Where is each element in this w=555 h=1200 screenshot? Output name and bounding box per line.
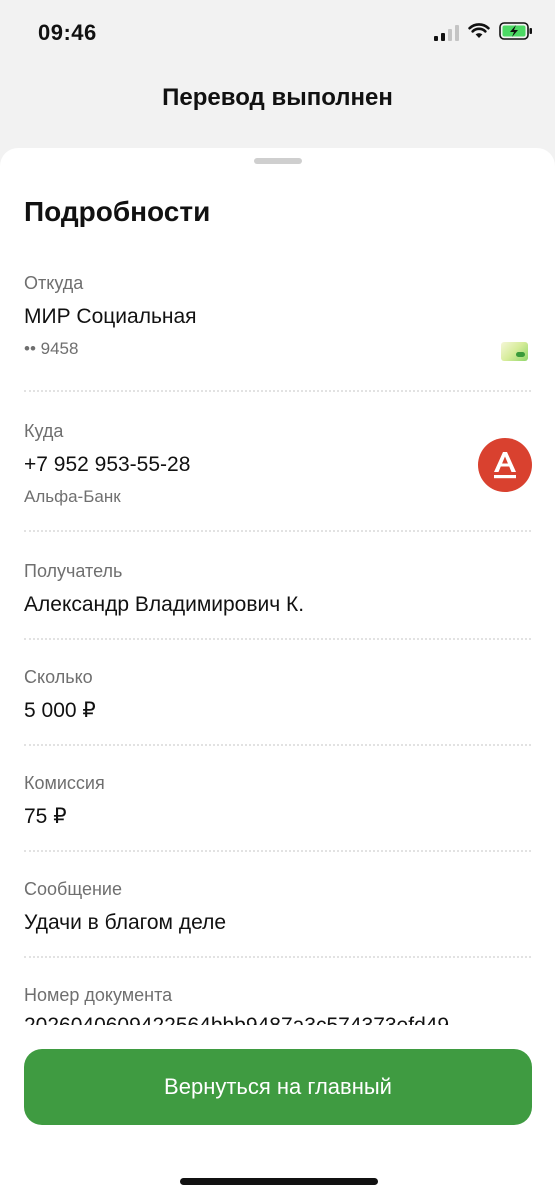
section-title: Подробности [24, 196, 211, 227]
message-label: Сообщение [24, 879, 122, 899]
divider [24, 638, 531, 640]
details-sheet: Подробности Откуда МИР Социальная •• 945… [0, 148, 555, 1200]
commission-value: 75 ₽ [24, 805, 67, 828]
page-title: Перевод выполнен [162, 84, 393, 111]
card-icon [501, 342, 528, 361]
message-row: Сообщение Удачи в благом деле [24, 878, 531, 936]
to-label: Куда [24, 421, 64, 441]
message-value: Удачи в благом деле [24, 911, 227, 934]
commission-row: Комиссия 75 ₽ [24, 772, 531, 830]
document-label: Номер документа [24, 985, 173, 1005]
divider [24, 530, 531, 532]
battery-charging-icon [499, 21, 533, 45]
to-bank: Альфа-Банк [24, 487, 121, 506]
amount-label: Сколько [24, 667, 93, 687]
from-card-number: •• 9458 [24, 339, 79, 358]
recipient-value: Александр Владимирович К. [24, 593, 305, 616]
from-value: МИР Социальная [24, 305, 197, 328]
divider [24, 956, 531, 958]
commission-label: Комиссия [24, 773, 105, 793]
recipient-label: Получатель [24, 561, 123, 581]
document-row: Номер документа [24, 984, 531, 1006]
to-row: Куда +7 952 953-55-28 Альфа-Банк [24, 420, 531, 508]
sheet-grabber[interactable] [254, 158, 302, 164]
from-row: Откуда МИР Социальная •• 9458 [24, 272, 531, 360]
wifi-icon [468, 22, 490, 44]
return-home-button[interactable]: Вернуться на главный [24, 1049, 532, 1125]
status-time: 09:46 [38, 20, 97, 45]
document-number-text: 2026040609422564bbb9487a3c574373efd49 [24, 1013, 504, 1025]
divider [24, 390, 531, 392]
status-icons [434, 21, 533, 45]
amount-row: Сколько 5 000 ₽ [24, 666, 531, 724]
signal-icon [434, 25, 459, 41]
document-number: 2026040609422564bbb9487a3c574373efd49 [24, 1013, 504, 1025]
amount-value: 5 000 ₽ [24, 699, 96, 722]
to-value: +7 952 953-55-28 [24, 453, 191, 476]
home-indicator [180, 1178, 378, 1185]
alfa-bank-logo-icon [478, 438, 532, 492]
divider [24, 850, 531, 852]
from-label: Откуда [24, 273, 84, 293]
status-bar: 09:46 [0, 0, 555, 64]
divider [24, 744, 531, 746]
recipient-row: Получатель Александр Владимирович К. [24, 560, 531, 618]
